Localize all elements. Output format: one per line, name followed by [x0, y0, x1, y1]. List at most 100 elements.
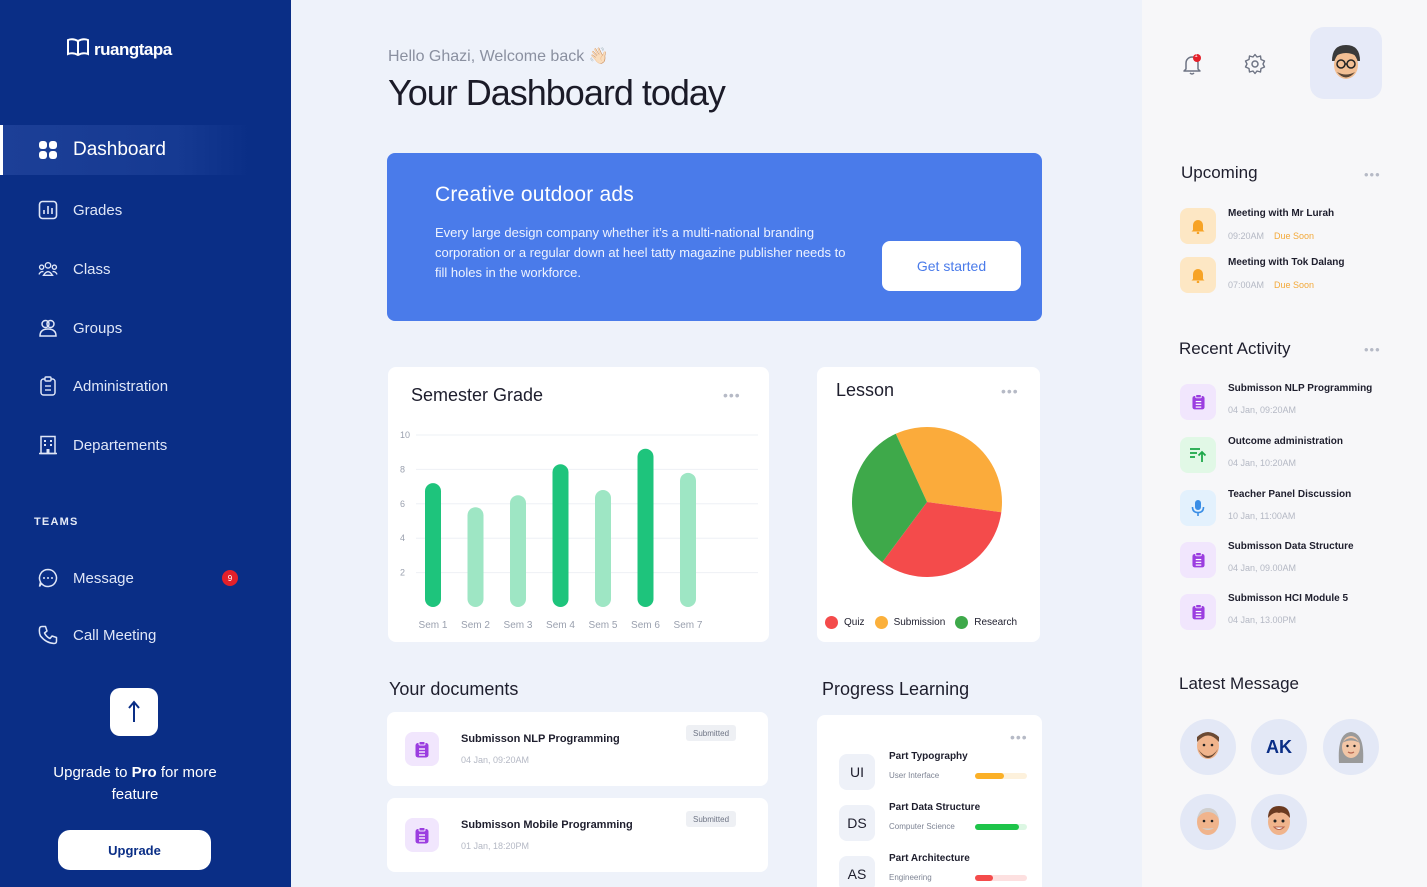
- due-label: Due Soon: [1274, 231, 1315, 241]
- semester-grade-chart: 2 4 6 8 10 Sem 1 Sem 2 Sem 3 Sem 4 Sem 5 Sem 6 Sem …: [400, 430, 758, 631]
- page-title: Your Dashboard today: [388, 72, 726, 113]
- upgrade-arrow-icon: [110, 688, 158, 736]
- activity-name: Teacher Panel Discussion: [1228, 489, 1352, 500]
- sidebar-item-administration[interactable]: Administration: [0, 361, 291, 411]
- bar[interactable]: [595, 490, 611, 607]
- more-options-icon[interactable]: •••: [1010, 730, 1028, 744]
- x-tick-label: Sem 7: [674, 620, 703, 631]
- course-abbr-badge: DS: [839, 805, 875, 841]
- more-options-icon[interactable]: •••: [1001, 384, 1019, 398]
- more-options-icon[interactable]: •••: [1364, 167, 1381, 182]
- course-abbr-badge: AS: [839, 856, 875, 887]
- more-options-icon[interactable]: •••: [1364, 342, 1381, 357]
- clipboard-icon: [1180, 542, 1216, 578]
- latest-message-title: Latest Message: [1179, 674, 1300, 693]
- document-item[interactable]: Submisson Mobile Programming 01 Jan, 18:…: [387, 798, 768, 872]
- course-category: Engineering: [889, 873, 932, 882]
- bar[interactable]: [637, 448, 654, 607]
- message-avatar[interactable]: [1180, 719, 1236, 775]
- activity-item[interactable]: Outcome administration 04 Jan, 10:20AM: [1180, 435, 1420, 475]
- upcoming-name: Meeting with Tok Dalang: [1228, 257, 1345, 268]
- pie-legend: Quiz Submission Research: [825, 616, 1017, 629]
- bar[interactable]: [467, 507, 484, 607]
- get-started-button[interactable]: Get started: [882, 241, 1021, 291]
- y-tick-label: 10: [400, 430, 410, 440]
- building-icon: [38, 435, 58, 455]
- status-badge: Submitted: [686, 811, 737, 827]
- teams-section-label: TEAMS: [34, 516, 79, 528]
- banner-title: Creative outdoor ads: [435, 183, 634, 206]
- document-date: 01 Jan, 18:20PM: [461, 841, 530, 851]
- sidebar-item-label: Class: [73, 260, 111, 278]
- upgrade-promo-text: Upgrade to Pro for more feature: [53, 764, 217, 803]
- message-avatar[interactable]: [1251, 794, 1307, 850]
- activity-name: Outcome administration: [1228, 436, 1344, 447]
- activity-item[interactable]: Teacher Panel Discussion 10 Jan, 11:00AM: [1180, 488, 1420, 528]
- document-item[interactable]: Submisson NLP Programming 04 Jan, 09:20A…: [387, 712, 768, 786]
- activity-name: Submisson NLP Programming: [1228, 383, 1373, 394]
- card-title: Lesson: [836, 380, 895, 400]
- x-tick-label: Sem 5: [589, 620, 618, 631]
- sidebar-item-departements[interactable]: Departements: [0, 420, 291, 470]
- activity-item[interactable]: Submisson Data Structure 04 Jan, 09.00AM: [1180, 540, 1420, 580]
- bar[interactable]: [680, 472, 696, 607]
- sidebar-item-grades[interactable]: Grades: [0, 185, 291, 235]
- progress-item[interactable]: AS Part Architecture Engineering: [839, 853, 1039, 887]
- message-count-badge: 9: [222, 570, 238, 586]
- lesson-pie-chart: [852, 427, 1002, 577]
- sidebar-item-label: Groups: [73, 319, 123, 337]
- progress-learning-card: ••• UI Part Typography User Interface DS…: [817, 715, 1042, 887]
- upcoming-item[interactable]: Meeting with Mr Lurah 09:20AM Due Soon: [1180, 206, 1400, 246]
- clipboard-icon: [1180, 384, 1216, 420]
- profile-avatar[interactable]: [1310, 27, 1382, 99]
- bar-chart-icon: [38, 200, 58, 220]
- progress-item[interactable]: DS Part Data Structure Computer Science: [839, 802, 1039, 842]
- course-abbr-badge: UI: [839, 754, 875, 790]
- sidebar-item-call-meeting[interactable]: Call Meeting: [0, 610, 291, 660]
- recent-activity-title: Recent Activity: [1179, 339, 1291, 358]
- gear-icon[interactable]: [1243, 52, 1267, 76]
- promo-banner: Creative outdoor ads Every large design …: [387, 153, 1042, 321]
- grid-icon: [38, 140, 58, 160]
- book-icon: [67, 38, 89, 61]
- chat-icon: [38, 568, 58, 588]
- message-avatar[interactable]: [1180, 794, 1236, 850]
- upcoming-time: 09:20AM Due Soon: [1228, 231, 1315, 241]
- upgrade-button[interactable]: Upgrade: [58, 830, 211, 870]
- activity-item[interactable]: Submisson NLP Programming 04 Jan, 09:20A…: [1180, 382, 1420, 422]
- sidebar: ruangtapa Dashboard Grades Class Groups …: [0, 0, 291, 887]
- progress-item[interactable]: UI Part Typography User Interface: [839, 751, 1039, 791]
- y-tick-label: 6: [400, 499, 405, 509]
- bar[interactable]: [552, 464, 569, 607]
- sidebar-item-class[interactable]: Class: [0, 244, 291, 294]
- sidebar-item-label: Dashboard: [73, 139, 166, 160]
- document-name: Submisson NLP Programming: [461, 733, 620, 745]
- x-tick-label: Sem 3: [504, 620, 533, 631]
- bell-icon: [1180, 208, 1216, 244]
- progress-bar: [975, 824, 1027, 830]
- microphone-icon: [1180, 490, 1216, 526]
- message-avatar-initials[interactable]: AK: [1251, 719, 1307, 775]
- y-tick-label: 8: [400, 464, 405, 474]
- app-logo[interactable]: ruangtapa: [67, 38, 172, 61]
- notification-bell-icon[interactable]: 1: [1180, 52, 1204, 76]
- clipboard-icon: [1180, 594, 1216, 630]
- sidebar-item-label: Departements: [73, 436, 168, 454]
- upcoming-title: Upcoming: [1181, 163, 1258, 182]
- course-name: Part Typography: [889, 751, 968, 762]
- sidebar-item-label: Grades: [73, 201, 123, 219]
- sidebar-item-groups[interactable]: Groups: [0, 303, 291, 353]
- message-avatar[interactable]: [1323, 719, 1379, 775]
- bar[interactable]: [510, 495, 526, 607]
- sidebar-item-message[interactable]: Message 9: [0, 553, 291, 603]
- legend-item-research: Research: [955, 616, 1017, 629]
- activity-date: 04 Jan, 10:20AM: [1228, 458, 1297, 468]
- documents-section-title: Your documents: [389, 679, 519, 699]
- x-tick-label: Sem 1: [419, 620, 448, 631]
- upcoming-item[interactable]: Meeting with Tok Dalang 07:00AM Due Soon: [1180, 255, 1400, 295]
- bar[interactable]: [425, 483, 441, 607]
- sidebar-item-dashboard[interactable]: Dashboard: [0, 125, 250, 175]
- notification-count: 1: [1194, 53, 1198, 59]
- course-name: Part Data Structure: [889, 802, 981, 813]
- activity-item[interactable]: Submisson HCI Module 5 04 Jan, 13.00PM: [1180, 592, 1420, 632]
